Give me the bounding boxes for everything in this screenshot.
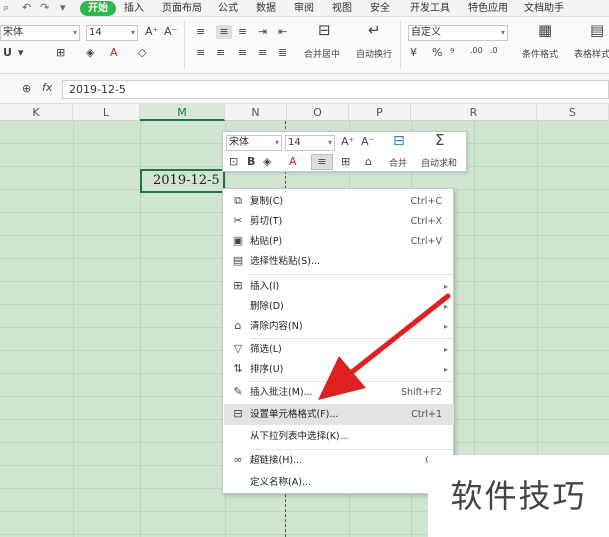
watermark: 软件技巧 bbox=[428, 455, 609, 537]
arrow-shaft bbox=[349, 293, 451, 375]
arrow-head bbox=[318, 356, 366, 400]
